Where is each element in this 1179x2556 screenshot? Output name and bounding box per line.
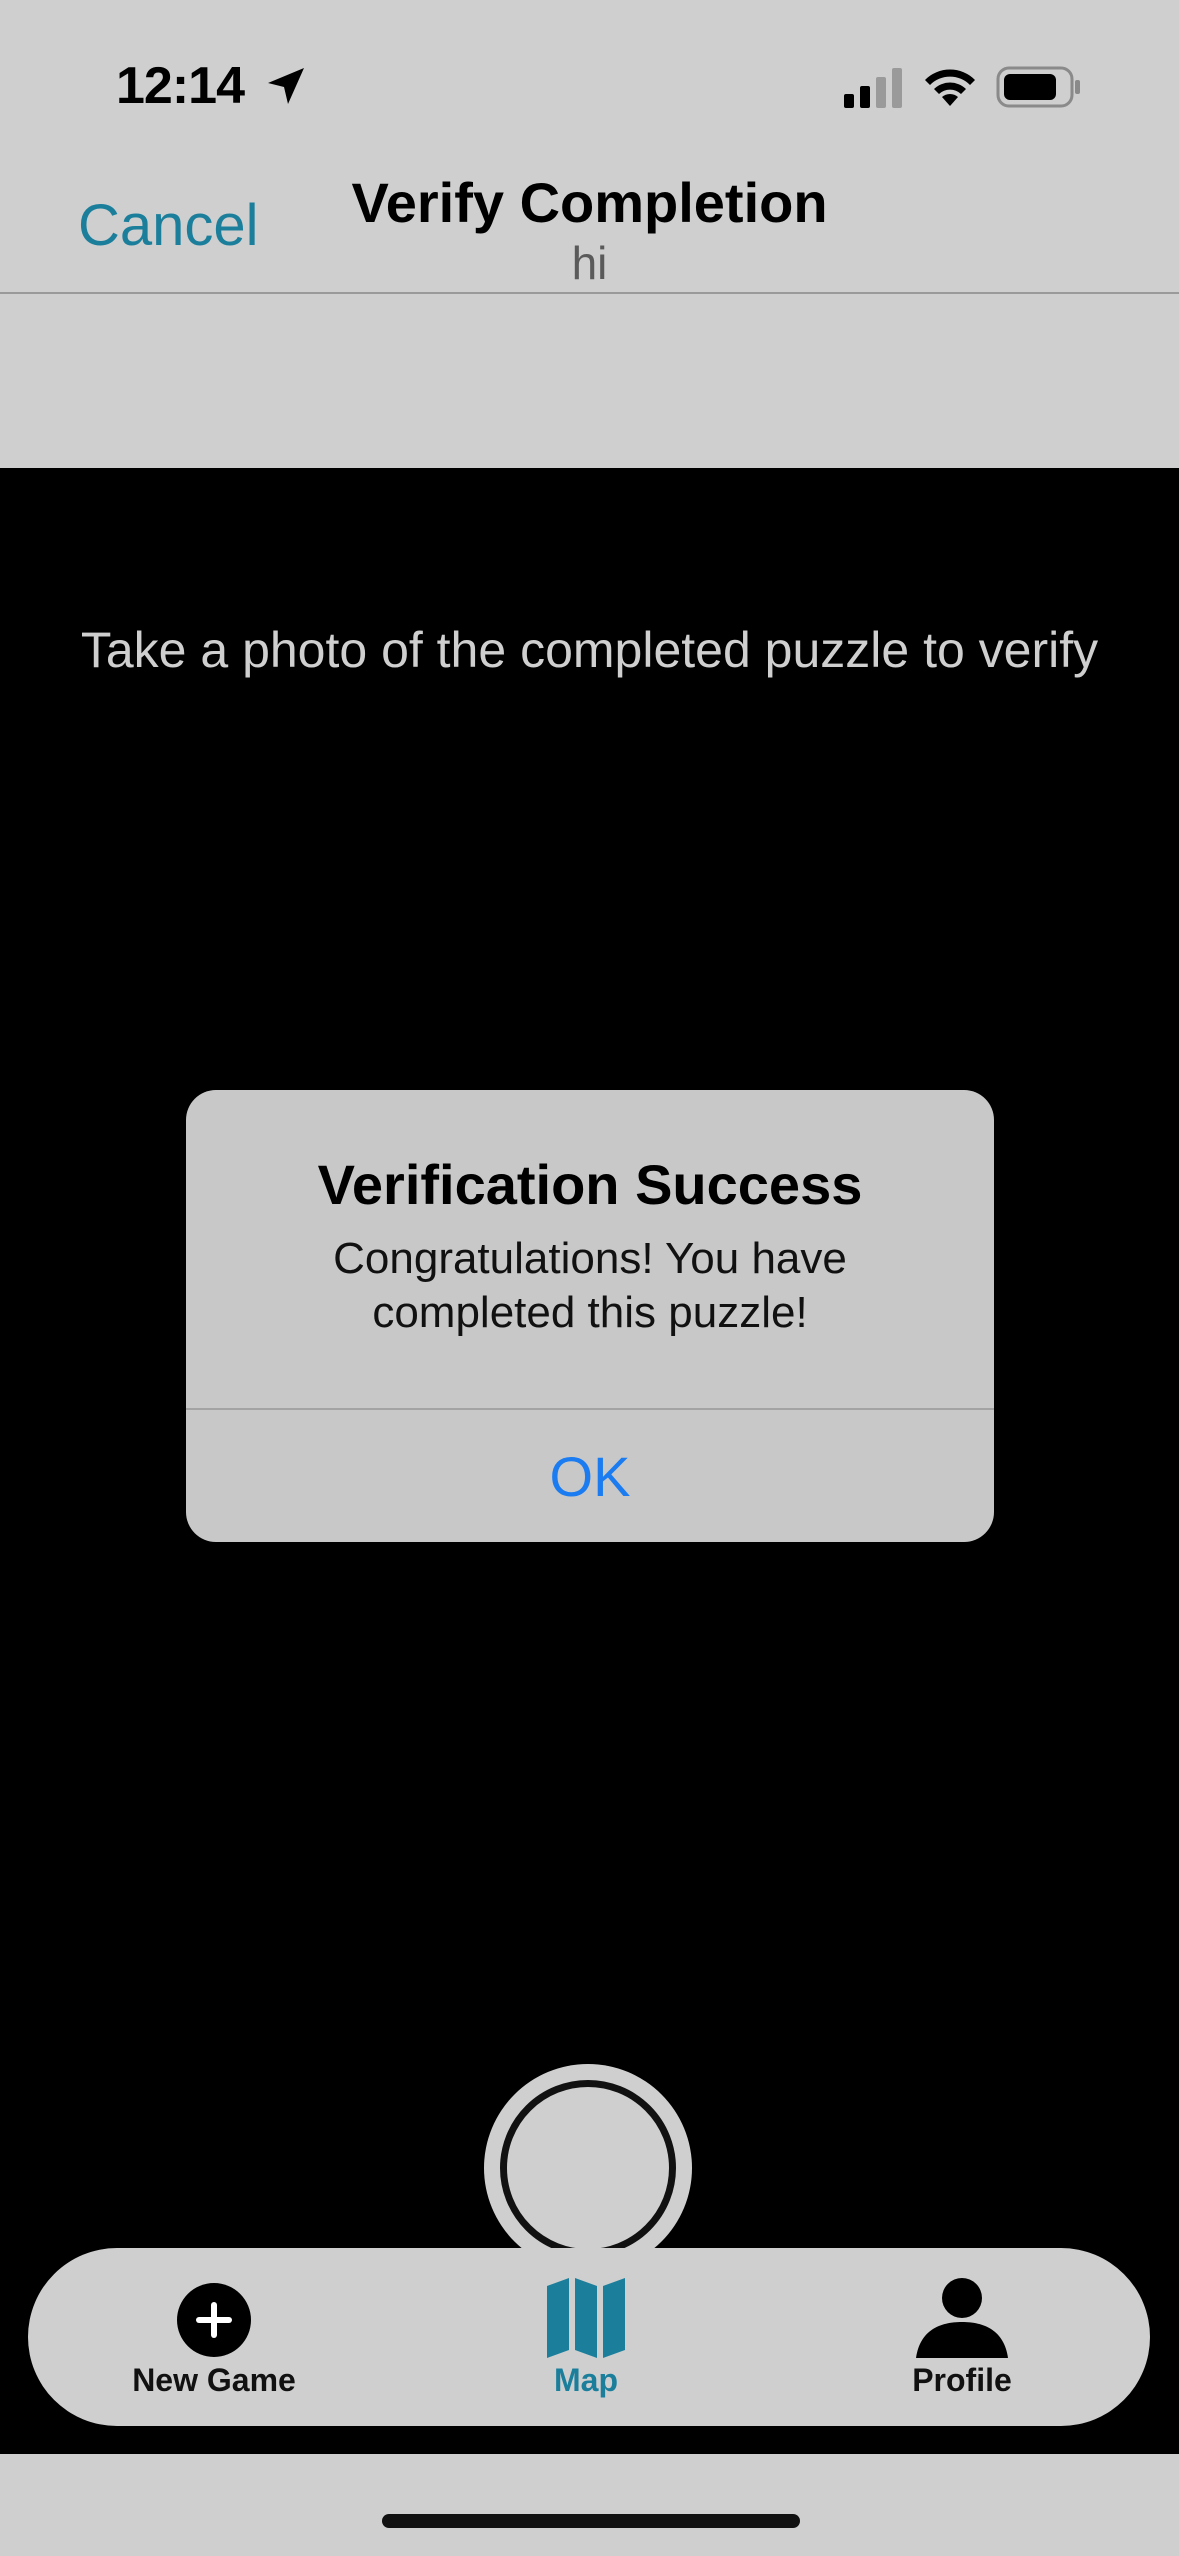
alert-ok-button[interactable]: OK (186, 1410, 994, 1542)
location-arrow-icon (268, 68, 304, 104)
map-icon (547, 2278, 625, 2358)
tab-label-new-game: New Game (132, 2362, 296, 2398)
alert-title: Verification Success (317, 1153, 863, 1216)
page-subtitle: hi (571, 237, 608, 289)
cellular-signal-icon (844, 68, 902, 108)
wifi-icon (925, 69, 975, 106)
navigation-header: Cancel Verify Completion hi (0, 170, 1179, 294)
verification-alert: Verification Success Congratulations! Yo… (186, 1090, 994, 1542)
status-time: 12:14 (116, 57, 245, 115)
tab-label-map: Map (554, 2362, 618, 2398)
tab-bar: New Game Map Profile (28, 2248, 1150, 2426)
camera-instructions: Take a photo of the completed puzzle to … (80, 622, 1099, 678)
status-bar: 12:14 (0, 0, 1179, 170)
verify-completion-screen: 12:14 Cancel Verify Completion hi Take a… (0, 0, 1179, 2556)
tab-label-profile: Profile (912, 2362, 1012, 2398)
tab-new-game[interactable]: New Game (84, 2248, 344, 2426)
page-title: Verify Completion (351, 171, 828, 234)
tab-map[interactable]: Map (456, 2248, 716, 2426)
person-icon (916, 2278, 1008, 2358)
camera-shutter-button[interactable] (484, 2064, 692, 2272)
alert-message: Congratulations! You have completed this… (333, 1234, 847, 1337)
shutter-ring (500, 2080, 676, 2256)
tab-profile[interactable]: Profile (832, 2248, 1092, 2426)
home-indicator[interactable] (382, 2514, 800, 2528)
battery-icon (996, 66, 1080, 108)
plus-circle-icon (177, 2283, 251, 2357)
